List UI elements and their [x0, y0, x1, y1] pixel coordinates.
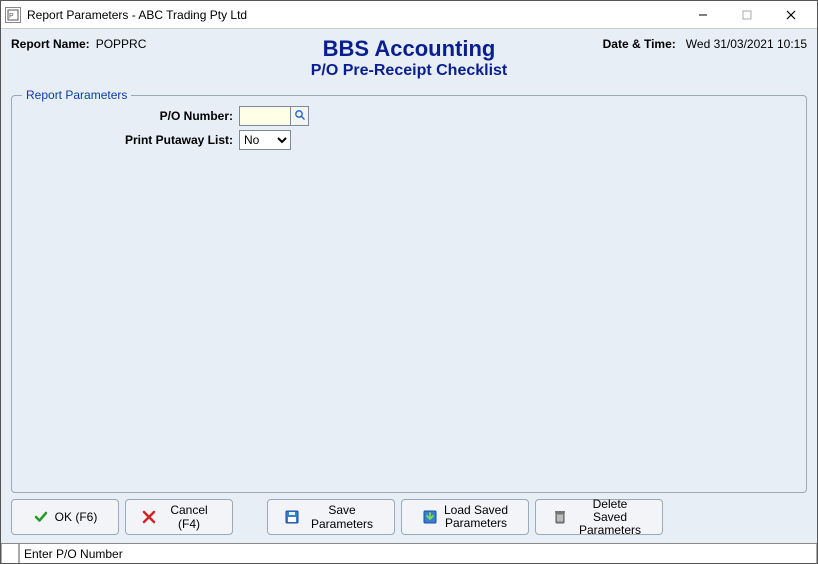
po-number-label: P/O Number:	[24, 109, 239, 123]
save-icon	[284, 509, 300, 525]
save-parameters-button[interactable]: Save Parameters	[267, 499, 395, 535]
window-title: Report Parameters - ABC Trading Pty Ltd	[27, 8, 681, 22]
delete-saved-label-wrap: Delete Saved Parameters	[574, 498, 646, 537]
fieldset-legend: Report Parameters	[22, 88, 131, 102]
delete-saved-parameters-button[interactable]: Delete Saved Parameters	[535, 499, 663, 535]
search-icon	[294, 109, 306, 124]
print-putaway-row: Print Putaway List: No	[24, 130, 794, 150]
delete-saved-label-line1: Delete Saved	[574, 498, 646, 524]
app-title: BBS Accounting	[11, 37, 807, 61]
trash-icon	[552, 509, 568, 525]
minimize-button[interactable]	[681, 2, 725, 28]
delete-saved-label-line2: Parameters	[579, 524, 641, 537]
statusbar: Enter P/O Number	[1, 543, 817, 563]
load-icon	[422, 509, 438, 525]
print-putaway-label: Print Putaway List:	[24, 133, 239, 147]
load-saved-label-line2: Parameters	[445, 517, 507, 530]
po-number-lookup-button[interactable]	[291, 106, 309, 126]
load-saved-parameters-button[interactable]: Load Saved Parameters	[401, 499, 529, 535]
window: P Report Parameters - ABC Trading Pty Lt…	[0, 0, 818, 564]
svg-text:P: P	[9, 13, 14, 20]
button-row: OK (F6) Cancel (F4) Save Parameters	[11, 493, 807, 537]
cancel-button[interactable]: Cancel (F4)	[125, 499, 233, 535]
cancel-button-label: Cancel (F4)	[162, 503, 216, 531]
window-controls	[681, 2, 813, 28]
report-parameters-fieldset: Report Parameters P/O Number: Print Puta…	[11, 95, 807, 493]
header-row: Report Name: POPPRC BBS Accounting P/O P…	[11, 37, 807, 89]
print-putaway-select[interactable]: No	[239, 130, 291, 150]
load-saved-label-wrap: Load Saved Parameters	[444, 504, 508, 530]
header-center: BBS Accounting P/O Pre-Receipt Checklist	[11, 37, 807, 81]
titlebar: P Report Parameters - ABC Trading Pty Lt…	[1, 1, 817, 29]
ok-button-label: OK (F6)	[55, 510, 98, 524]
statusbar-message: Enter P/O Number	[19, 544, 817, 563]
check-icon	[33, 509, 49, 525]
save-parameters-label: Save Parameters	[306, 503, 378, 531]
statusbar-grip	[1, 544, 19, 563]
po-number-lookup	[239, 106, 309, 126]
app-icon: P	[5, 7, 21, 23]
content-area: Report Name: POPPRC BBS Accounting P/O P…	[1, 29, 817, 543]
ok-button[interactable]: OK (F6)	[11, 499, 119, 535]
app-subtitle: P/O Pre-Receipt Checklist	[11, 61, 807, 81]
close-button[interactable]	[769, 2, 813, 28]
po-number-input[interactable]	[239, 106, 291, 126]
button-spacer	[239, 499, 261, 535]
po-number-row: P/O Number:	[24, 106, 794, 126]
maximize-button[interactable]	[725, 2, 769, 28]
cancel-icon	[142, 509, 156, 525]
